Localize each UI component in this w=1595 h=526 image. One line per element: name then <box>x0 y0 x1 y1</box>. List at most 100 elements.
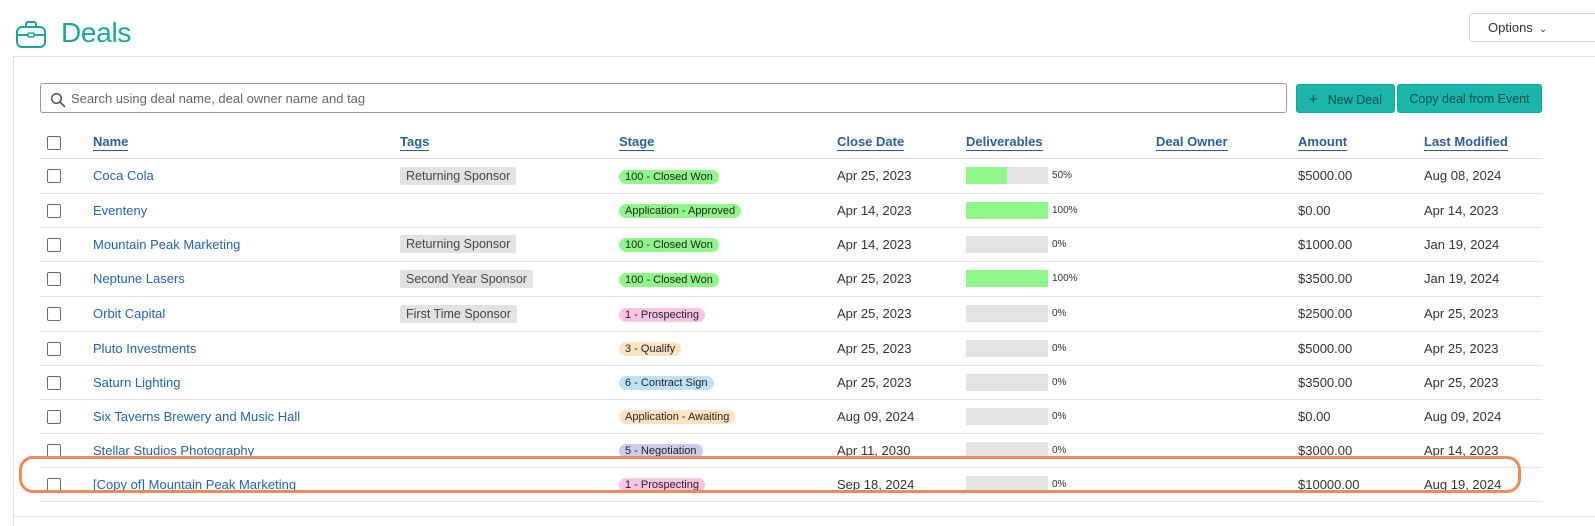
deliverables-percent: 0% <box>1052 308 1067 320</box>
deliverables-percent: 0% <box>1052 478 1067 490</box>
last-modified: Apr 25, 2023 <box>1424 296 1542 332</box>
deal-name-link[interactable]: Eventeny <box>93 203 147 218</box>
row-checkbox[interactable] <box>47 272 61 287</box>
deal-owner <box>1156 227 1298 262</box>
close-date: Apr 11, 2030 <box>837 433 966 468</box>
row-checkbox[interactable] <box>47 341 61 356</box>
close-date: Apr 14, 2023 <box>837 193 966 228</box>
row-checkbox[interactable] <box>47 409 61 424</box>
table-row[interactable]: Saturn Lighting 6 - Contract Sign Apr 25, … <box>40 365 1542 400</box>
deal-name-link[interactable]: Neptune Lasers <box>93 271 185 286</box>
deal-owner <box>1156 296 1298 332</box>
close-date: Aug 09, 2024 <box>837 399 966 434</box>
table-row[interactable]: Coca Cola Returning Sponsor 100 - Closed W… <box>40 158 1542 194</box>
deal-tag: Returning Sponsor <box>400 166 517 185</box>
table-row[interactable]: Six Taverns Brewery and Music Hall Applic… <box>40 399 1542 434</box>
table-row[interactable]: Neptune Lasers Second Year Sponsor 100 - C… <box>40 261 1542 297</box>
stage-badge: 1 - Prospecting <box>619 478 705 492</box>
deal-name-link[interactable]: Saturn Lighting <box>93 375 180 390</box>
row-checkbox[interactable] <box>47 477 61 492</box>
column-header-deliverables[interactable]: Deliverables <box>966 134 1043 152</box>
column-header-amount[interactable]: Amount <box>1298 134 1348 152</box>
options-button[interactable]: Options ⌄ <box>1469 13 1595 42</box>
deal-amount: $10000.00 <box>1298 467 1424 502</box>
last-modified: Apr 25, 2023 <box>1424 331 1542 366</box>
close-date: Sep 18, 2024 <box>837 467 966 502</box>
deal-owner <box>1156 193 1298 228</box>
deal-name-link[interactable]: Coca Cola <box>93 168 154 183</box>
deal-name-link[interactable]: [Copy of] Mountain Peak Marketing <box>93 477 296 492</box>
deal-amount: $3000.00 <box>1298 433 1424 468</box>
column-header-name[interactable]: Name <box>93 134 129 152</box>
header-bar: Deals Options ⌄ <box>0 0 1595 57</box>
deal-name-link[interactable]: Orbit Capital <box>93 306 165 321</box>
row-checkbox[interactable] <box>47 375 61 390</box>
deliverables-percent: 0% <box>1052 444 1067 456</box>
close-date: Apr 14, 2023 <box>837 227 966 262</box>
row-checkbox[interactable] <box>47 307 61 322</box>
deal-name-link[interactable]: Pluto Investments <box>93 341 196 356</box>
column-header-tags[interactable]: Tags <box>400 134 430 152</box>
stage-badge: 100 - Closed Won <box>619 272 719 287</box>
copy-deal-label: Copy deal from Event <box>1409 92 1530 106</box>
column-header-deal-owner[interactable]: Deal Owner <box>1156 134 1228 152</box>
last-modified: Aug 19, 2024 <box>1424 467 1542 502</box>
row-checkbox[interactable] <box>47 169 61 184</box>
table-row[interactable]: Orbit Capital First Time Sponsor 1 - Prosp… <box>40 296 1542 332</box>
deliverables-progress-bar <box>966 407 1048 425</box>
column-header-close-date[interactable]: Close Date <box>837 134 905 152</box>
search-box[interactable] <box>40 83 1287 113</box>
last-modified: Aug 09, 2024 <box>1424 399 1542 434</box>
search-input[interactable] <box>71 88 1271 109</box>
stage-badge: Application - Awaiting <box>619 410 736 424</box>
deal-amount: $5000.00 <box>1298 158 1424 194</box>
close-date: Apr 25, 2023 <box>837 296 966 332</box>
close-date: Apr 25, 2023 <box>837 331 966 366</box>
stage-badge: 3 - Qualify <box>619 342 682 356</box>
select-all-checkbox[interactable] <box>47 135 61 150</box>
options-label: Options <box>1488 20 1533 35</box>
deal-owner <box>1156 158 1298 194</box>
deals-table: Name Tags Stage Close Date Deliverables … <box>40 124 1542 502</box>
table-row[interactable]: Stellar Studios Photography 5 - Negotiati… <box>40 433 1542 468</box>
deliverables-progress-fill <box>966 167 1007 185</box>
deliverables-progress-bar <box>966 441 1048 459</box>
row-checkbox[interactable] <box>47 237 61 252</box>
deal-tag: First Time Sponsor <box>400 304 517 323</box>
deliverables-progress-bar <box>966 201 1048 219</box>
stage-badge: 1 - Prospecting <box>619 307 705 322</box>
table-row[interactable]: Pluto Investments 3 - Qualify Apr 25, 2023… <box>40 331 1542 366</box>
table-row[interactable]: Mountain Peak Marketing Returning Sponsor… <box>40 227 1542 262</box>
deliverables-progress-fill <box>966 270 1048 288</box>
deliverables-progress-bar <box>966 167 1048 185</box>
column-header-stage[interactable]: Stage <box>619 134 655 152</box>
chevron-down-icon: ⌄ <box>1538 24 1548 35</box>
stage-badge: 6 - Contract Sign <box>619 376 714 390</box>
deliverables-percent: 0% <box>1052 342 1067 354</box>
deal-amount: $3500.00 <box>1298 261 1424 297</box>
deal-owner <box>1156 399 1298 434</box>
deal-tag: Second Year Sponsor <box>400 269 533 288</box>
deal-owner <box>1156 433 1298 468</box>
deliverables-progress-bar <box>966 305 1048 323</box>
row-checkbox[interactable] <box>47 443 61 458</box>
deal-name-link[interactable]: Stellar Studios Photography <box>93 443 254 458</box>
stage-badge: 5 - Negotiation <box>619 444 703 458</box>
table-row[interactable]: Eventeny Application - Approved Apr 14, 20… <box>40 193 1542 228</box>
page-title: Deals <box>61 17 132 48</box>
deliverables-progress-bar <box>966 475 1048 493</box>
deal-name-link[interactable]: Six Taverns Brewery and Music Hall <box>93 409 300 424</box>
search-icon <box>50 92 66 108</box>
table-row[interactable]: [Copy of] Mountain Peak Marketing 1 - Pro… <box>40 467 1542 502</box>
copy-deal-from-event-button[interactable]: Copy deal from Event <box>1397 84 1542 113</box>
last-modified: Jan 19, 2024 <box>1424 261 1542 297</box>
row-checkbox[interactable] <box>47 203 61 218</box>
deliverables-progress-fill <box>966 201 1048 219</box>
stage-badge: Application - Approved <box>619 204 742 218</box>
deal-name-link[interactable]: Mountain Peak Marketing <box>93 237 240 252</box>
plus-icon: + <box>1309 91 1318 108</box>
deal-tag: Returning Sponsor <box>400 235 517 253</box>
deliverables-progress-bar <box>966 235 1048 253</box>
new-deal-button[interactable]: + New Deal <box>1296 84 1395 113</box>
column-header-last-modified[interactable]: Last Modified <box>1424 134 1508 152</box>
